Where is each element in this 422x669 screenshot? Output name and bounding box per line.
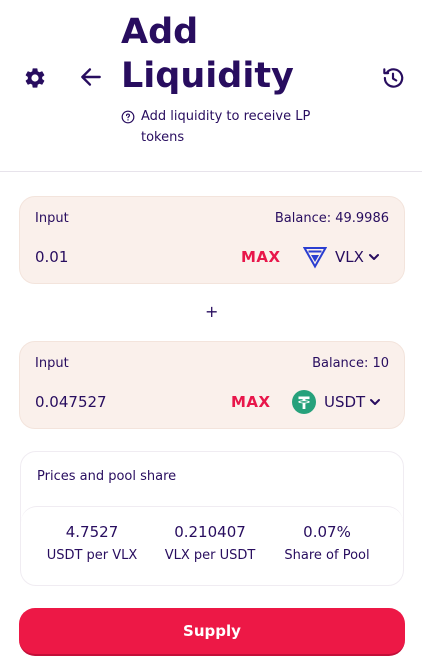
plus-icon: + <box>205 302 219 321</box>
gear-icon[interactable] <box>23 66 47 90</box>
amount-input[interactable]: 0.047527 <box>35 393 107 411</box>
supply-button[interactable]: Supply <box>19 608 405 656</box>
max-button[interactable]: MAX <box>231 393 271 411</box>
history-icon[interactable] <box>380 65 406 91</box>
amount-input[interactable]: 0.01 <box>35 248 68 266</box>
velas-logo-icon <box>303 247 327 269</box>
chevron-down-icon <box>368 254 379 260</box>
currency-input-panel-a: Input Balance: 49.9986 0.01 MAX VLX <box>19 196 405 284</box>
tether-logo-icon <box>292 390 316 414</box>
page-title: Add Liquidity <box>121 12 294 96</box>
page-subtitle: Add liquidity to receive LP tokens <box>121 106 351 148</box>
stat-share-of-pool: 0.07% Share of Pool <box>267 521 387 565</box>
stat-label: USDT per VLX <box>46 548 138 563</box>
balance-text: Balance: 49.9986 <box>274 211 389 226</box>
stat-value: 0.07% <box>303 523 351 541</box>
stat-value: 4.7527 <box>65 523 119 541</box>
question-circle-icon[interactable] <box>121 110 135 124</box>
stat-usdt-per-vlx: 4.7527 USDT per VLX <box>32 521 152 565</box>
page-header: Add Liquidity Add liquidity to receive L… <box>0 0 422 172</box>
prices-title: Prices and pool share <box>37 469 177 484</box>
input-label: Input <box>35 211 69 226</box>
prices-and-pool-share: Prices and pool share 4.7527 USDT per VL… <box>20 451 404 586</box>
token-symbol: VLX <box>335 248 364 266</box>
stat-vlx-per-usdt: 0.210407 VLX per USDT <box>150 521 270 565</box>
token-select-usdt[interactable]: USDT <box>292 387 381 417</box>
stat-value: 0.210407 <box>174 523 246 541</box>
arrow-left-icon[interactable] <box>78 64 104 90</box>
input-label: Input <box>35 356 69 371</box>
stat-label: VLX per USDT <box>164 548 256 563</box>
subtitle-text: Add liquidity to receive LP tokens <box>141 109 311 145</box>
token-select-vlx[interactable]: VLX <box>303 242 380 272</box>
max-button[interactable]: MAX <box>241 248 281 266</box>
currency-input-panel-b: Input Balance: 10 0.047527 MAX USDT <box>19 341 405 429</box>
balance-text: Balance: 10 <box>312 356 389 371</box>
chevron-down-icon <box>370 399 381 405</box>
prices-stats: 4.7527 USDT per VLX 0.210407 VLX per USD… <box>21 506 403 585</box>
stat-label: Share of Pool <box>284 548 370 563</box>
token-symbol: USDT <box>324 393 366 411</box>
